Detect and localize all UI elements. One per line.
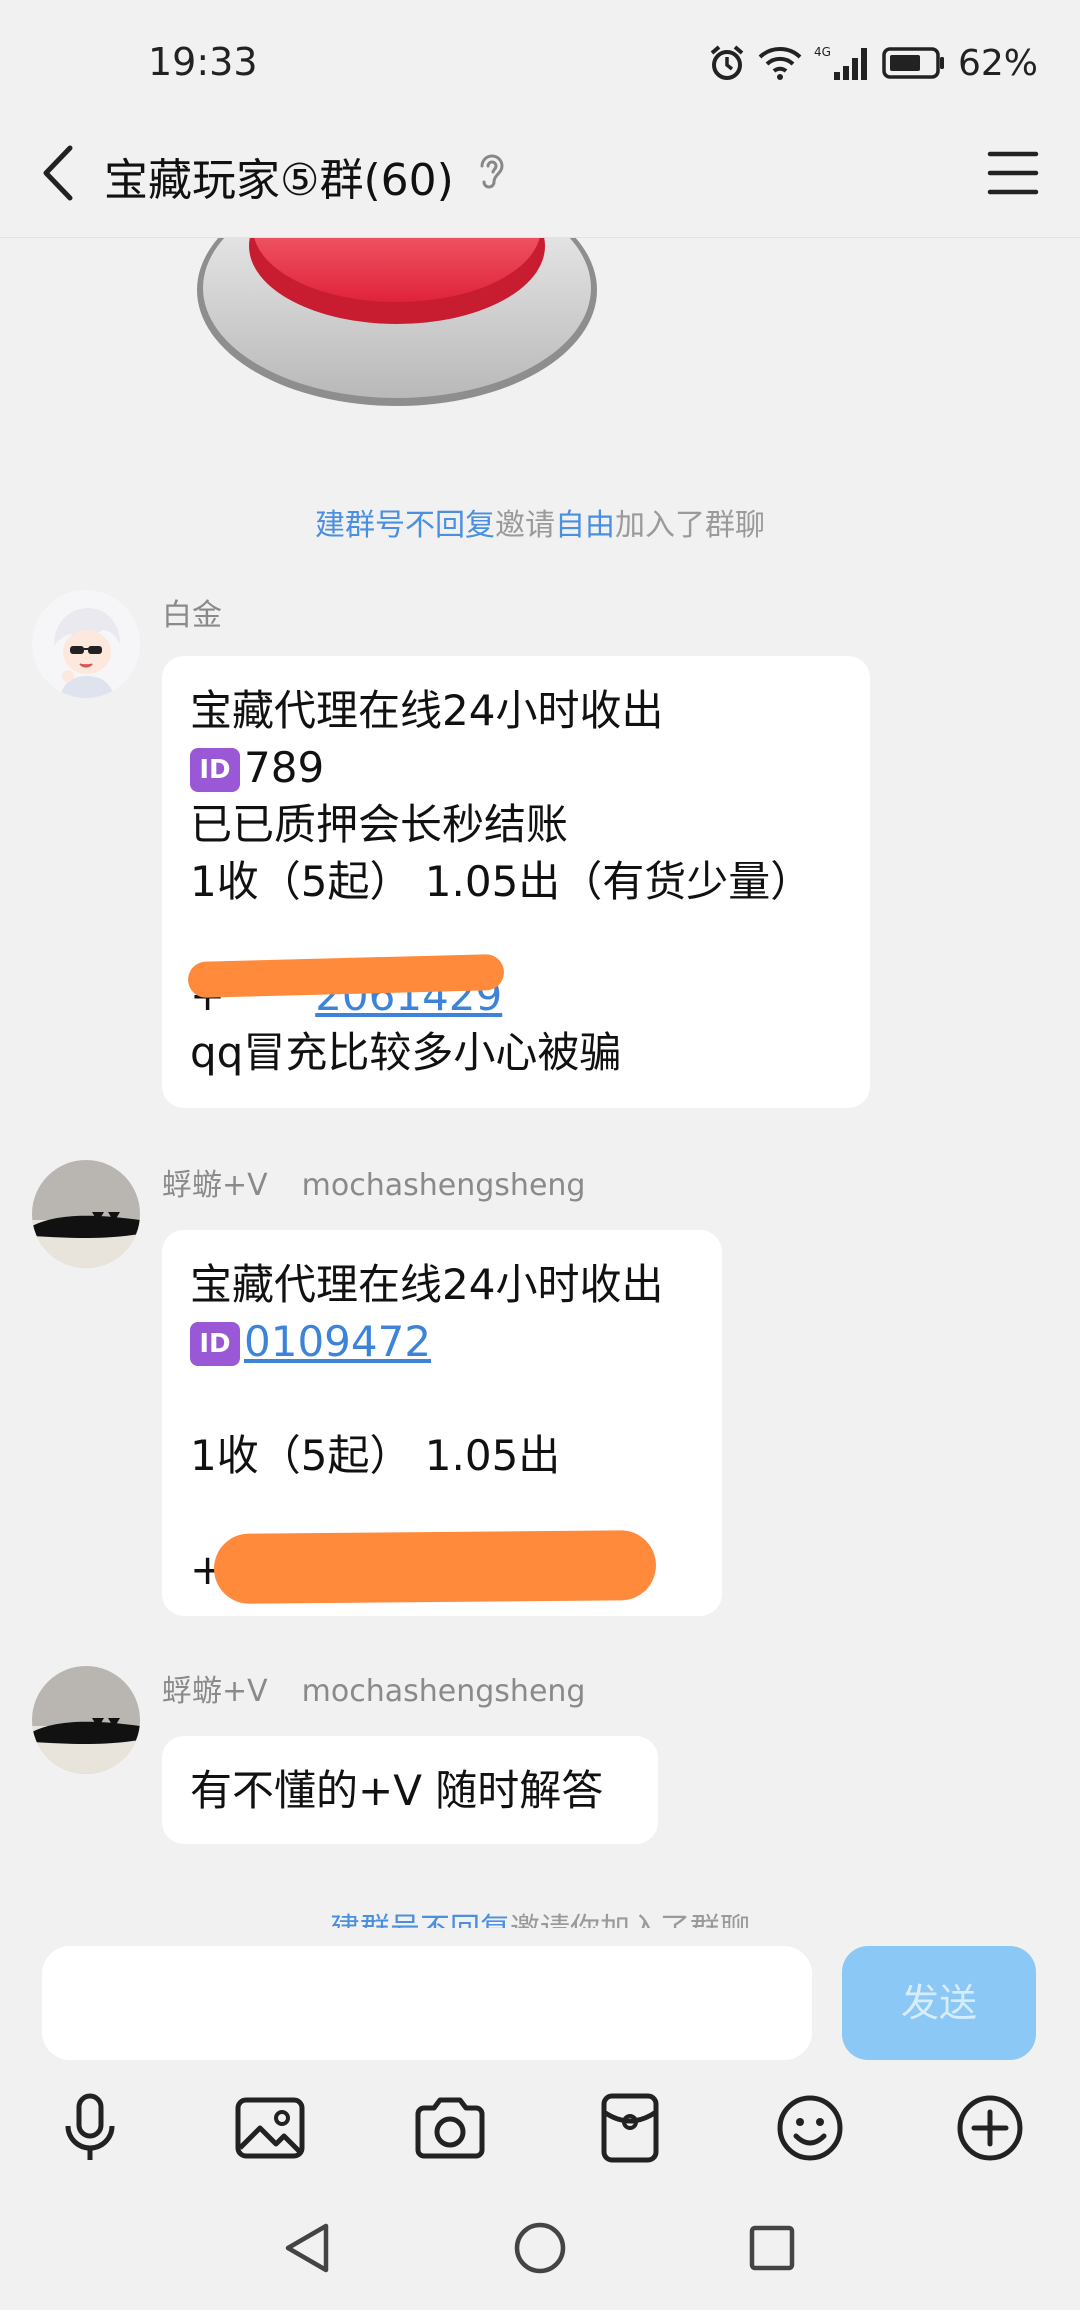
sender-name[interactable]: 蜉蝣+V mochashengsheng: [162, 1666, 585, 1710]
group-title[interactable]: 宝藏玩家⑤群(60): [104, 144, 454, 208]
message-input[interactable]: [42, 1946, 812, 2060]
message-line: 有不懂的+V 随时解答: [190, 1766, 604, 1815]
nav-home-icon[interactable]: [512, 2218, 568, 2278]
ear-icon[interactable]: [474, 150, 506, 194]
avatar[interactable]: [32, 1666, 140, 1774]
sender-subtitle: mochashengsheng: [301, 1674, 586, 1709]
system-nav-bar: [0, 2218, 1080, 2310]
invitee-link[interactable]: 自由: [555, 508, 615, 543]
send-button[interactable]: 发送: [842, 1946, 1036, 2060]
status-time: 19:33: [148, 40, 258, 84]
menu-icon: [987, 151, 1039, 195]
red-button-sticker[interactable]: [192, 238, 602, 412]
redaction-scribble: [213, 1530, 657, 1604]
camera-button[interactable]: [410, 2088, 490, 2168]
avatar[interactable]: [32, 590, 140, 698]
chat-header: 宝藏玩家⑤群(60): [0, 110, 1080, 238]
message-line: 1收（5起） 1.05出（有货少量）: [190, 857, 813, 906]
sender-subtitle: mochashengsheng: [301, 1168, 586, 1203]
battery-icon: [882, 47, 944, 79]
red-packet-button[interactable]: [590, 2088, 670, 2168]
chat-list[interactable]: 建群号不回复邀请自由加入了群聊 白金 宝藏代理在线24小时收出 ID 789 已已…: [0, 238, 1080, 1928]
image-icon: [235, 2097, 305, 2159]
system-message: 建群号不回复邀请你加入了群聊: [0, 1904, 1080, 1928]
plus-icon: [957, 2095, 1023, 2161]
svg-text:4G: 4G: [814, 45, 831, 59]
battery-percent: 62%: [957, 42, 1038, 84]
message-line: ID 0109472: [190, 1313, 694, 1370]
avatar[interactable]: [32, 1160, 140, 1268]
system-message: 建群号不回复邀请自由加入了群聊: [315, 508, 765, 543]
message-line: 宝藏代理在线24小时收出: [190, 1260, 664, 1309]
menu-button[interactable]: [986, 146, 1040, 200]
emoji-icon: [777, 2095, 843, 2161]
plus-button[interactable]: [950, 2088, 1030, 2168]
status-icons: 4G 62%: [708, 40, 1038, 86]
signal-4g-icon: 4G: [814, 45, 867, 80]
message-line: 已已质押会长秒结账: [190, 800, 569, 849]
input-area: 发送: [0, 1928, 1080, 2310]
back-arrow-icon: [43, 145, 73, 201]
image-button[interactable]: [230, 2088, 310, 2168]
nav-back-icon[interactable]: [280, 2218, 336, 2278]
sender-name[interactable]: 白金: [162, 590, 222, 634]
wifi-icon: [758, 47, 802, 80]
message-bubble[interactable]: 宝藏代理在线24小时收出 ID 789 已已质押会长秒结账 1收（5起） 1.05…: [162, 656, 870, 1108]
inviter-link[interactable]: 建群号不回复: [315, 508, 495, 543]
message-line: 1收（5起） 1.05出: [190, 1431, 561, 1480]
camera-icon: [415, 2097, 485, 2159]
message-line: ID 789: [190, 739, 842, 796]
back-button[interactable]: [30, 140, 90, 206]
cat-avatar-image: [32, 1160, 140, 1268]
message-bubble[interactable]: 有不懂的+V 随时解答: [162, 1736, 658, 1844]
message-line: qq冒充比较多小心被骗: [190, 1028, 622, 1077]
inviter-link[interactable]: 建群号不回复: [330, 1912, 510, 1928]
input-toolbar: [0, 2088, 1080, 2178]
cat-avatar-image: [32, 1666, 140, 1774]
emoji-button[interactable]: [770, 2088, 850, 2168]
anime-avatar-image: [32, 590, 140, 698]
mic-icon: [65, 2093, 115, 2160]
id-link[interactable]: 0109472: [244, 1317, 431, 1366]
message-line: 宝藏代理在线24小时收出: [190, 686, 664, 735]
nav-recents-icon[interactable]: [744, 2218, 800, 2278]
mic-button[interactable]: [50, 2088, 130, 2168]
status-bar: 19:33 4G 62%: [0, 0, 1080, 110]
id-badge-icon: ID: [190, 1322, 240, 1366]
sender-name[interactable]: 蜉蝣+V mochashengsheng: [162, 1160, 585, 1204]
id-badge-icon: ID: [190, 748, 240, 792]
message-bubble[interactable]: 宝藏代理在线24小时收出 ID0109472 1收（5起） 1.05出 +Vg: [162, 1230, 722, 1616]
alarm-icon: [710, 45, 744, 80]
red-packet-icon: [601, 2093, 659, 2163]
